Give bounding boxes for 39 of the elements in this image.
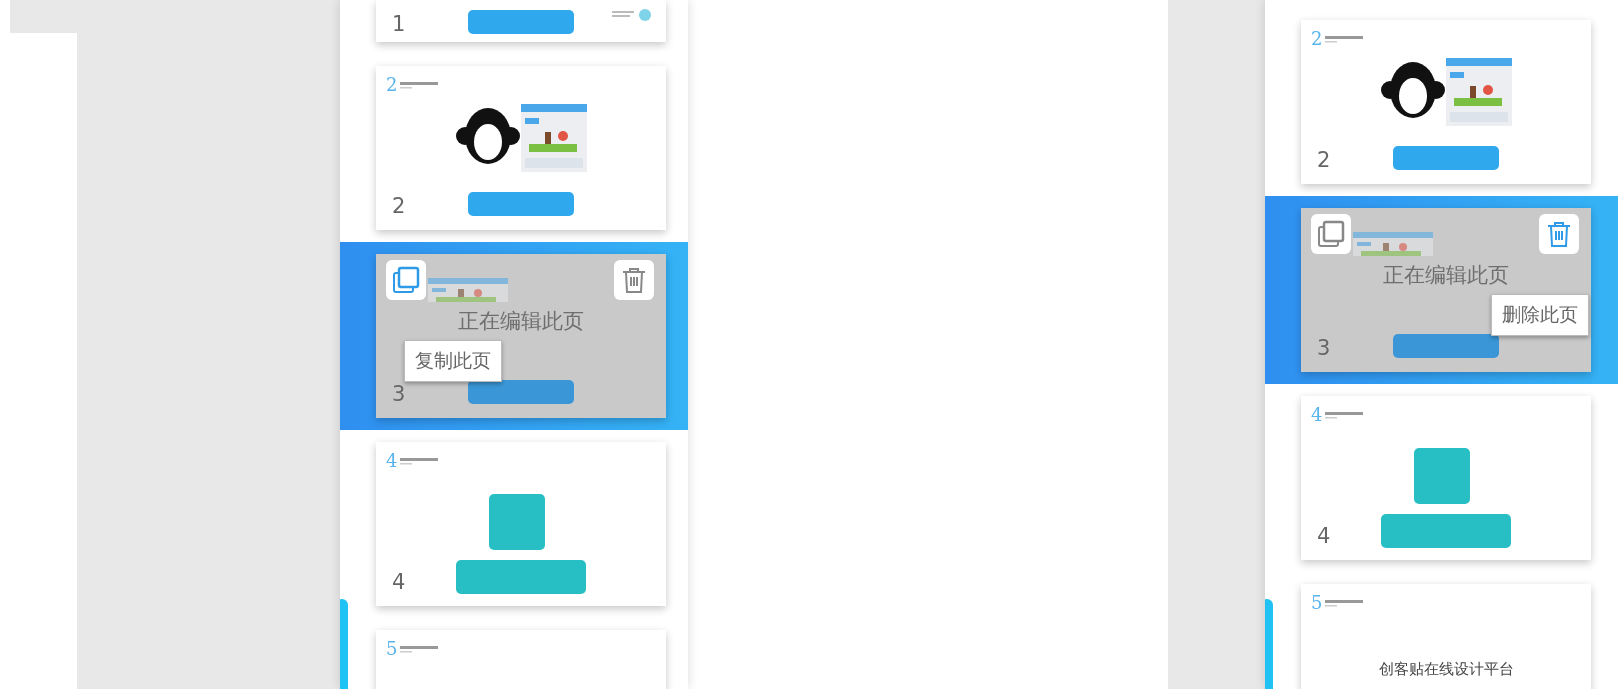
heading-number: 2 (386, 74, 398, 95)
slide-number: 4 (1317, 524, 1331, 548)
shape-block (489, 494, 545, 550)
slide-thumbnail[interactable]: 1 (376, 0, 666, 42)
editing-label: 正在编辑此页 (457, 308, 585, 334)
slide-title: 创客贴在线设计平台 (1377, 660, 1515, 678)
heading-text-lines (400, 644, 441, 653)
slide-thumbnail[interactable]: 5 创客贴在线设计平台 (1301, 584, 1591, 689)
tooltip: 删除此页 (1491, 294, 1589, 336)
slide-number: 2 (392, 194, 406, 218)
slide-thumbnail[interactable]: 4 4 (1301, 396, 1591, 560)
heading-text-lines (1325, 410, 1366, 419)
copy-button[interactable] (1311, 214, 1351, 254)
slide-number: 4 (392, 570, 406, 594)
delete-button[interactable] (614, 260, 654, 300)
shape-block (1414, 448, 1470, 504)
slide-thumbnail[interactable]: 2 2 (1301, 20, 1591, 184)
heading-text-lines (400, 456, 441, 465)
slide-number: 2 (1317, 148, 1331, 172)
slide-number: 3 (1317, 336, 1331, 360)
heading-number: 2 (1311, 28, 1323, 49)
slide-number: 3 (392, 382, 406, 406)
heading-text-lines (1325, 34, 1366, 43)
heading-text-lines (1325, 598, 1366, 607)
heading-number: 5 (386, 638, 398, 659)
heading-number: 4 (1311, 404, 1323, 425)
tooltip: 复制此页 (404, 340, 502, 382)
logo-drawing (612, 8, 652, 22)
slide-number: 1 (392, 12, 406, 36)
heading-number: 4 (386, 450, 398, 471)
editing-label: 正在编辑此页 (1382, 262, 1510, 288)
slide-thumbnail[interactable]: 2 2 (376, 66, 666, 230)
heading-number: 5 (1311, 592, 1323, 613)
heading-text-lines (400, 80, 441, 89)
slide-thumbnail[interactable]: 4 4 (376, 442, 666, 606)
copy-button[interactable] (386, 260, 426, 300)
slide-thumbnail[interactable]: 3 正在编辑此页 删除此页 (1301, 208, 1591, 372)
delete-button[interactable] (1539, 214, 1579, 254)
slide-thumbnail[interactable]: 3 正在编辑此页 复制此页 (376, 254, 666, 418)
